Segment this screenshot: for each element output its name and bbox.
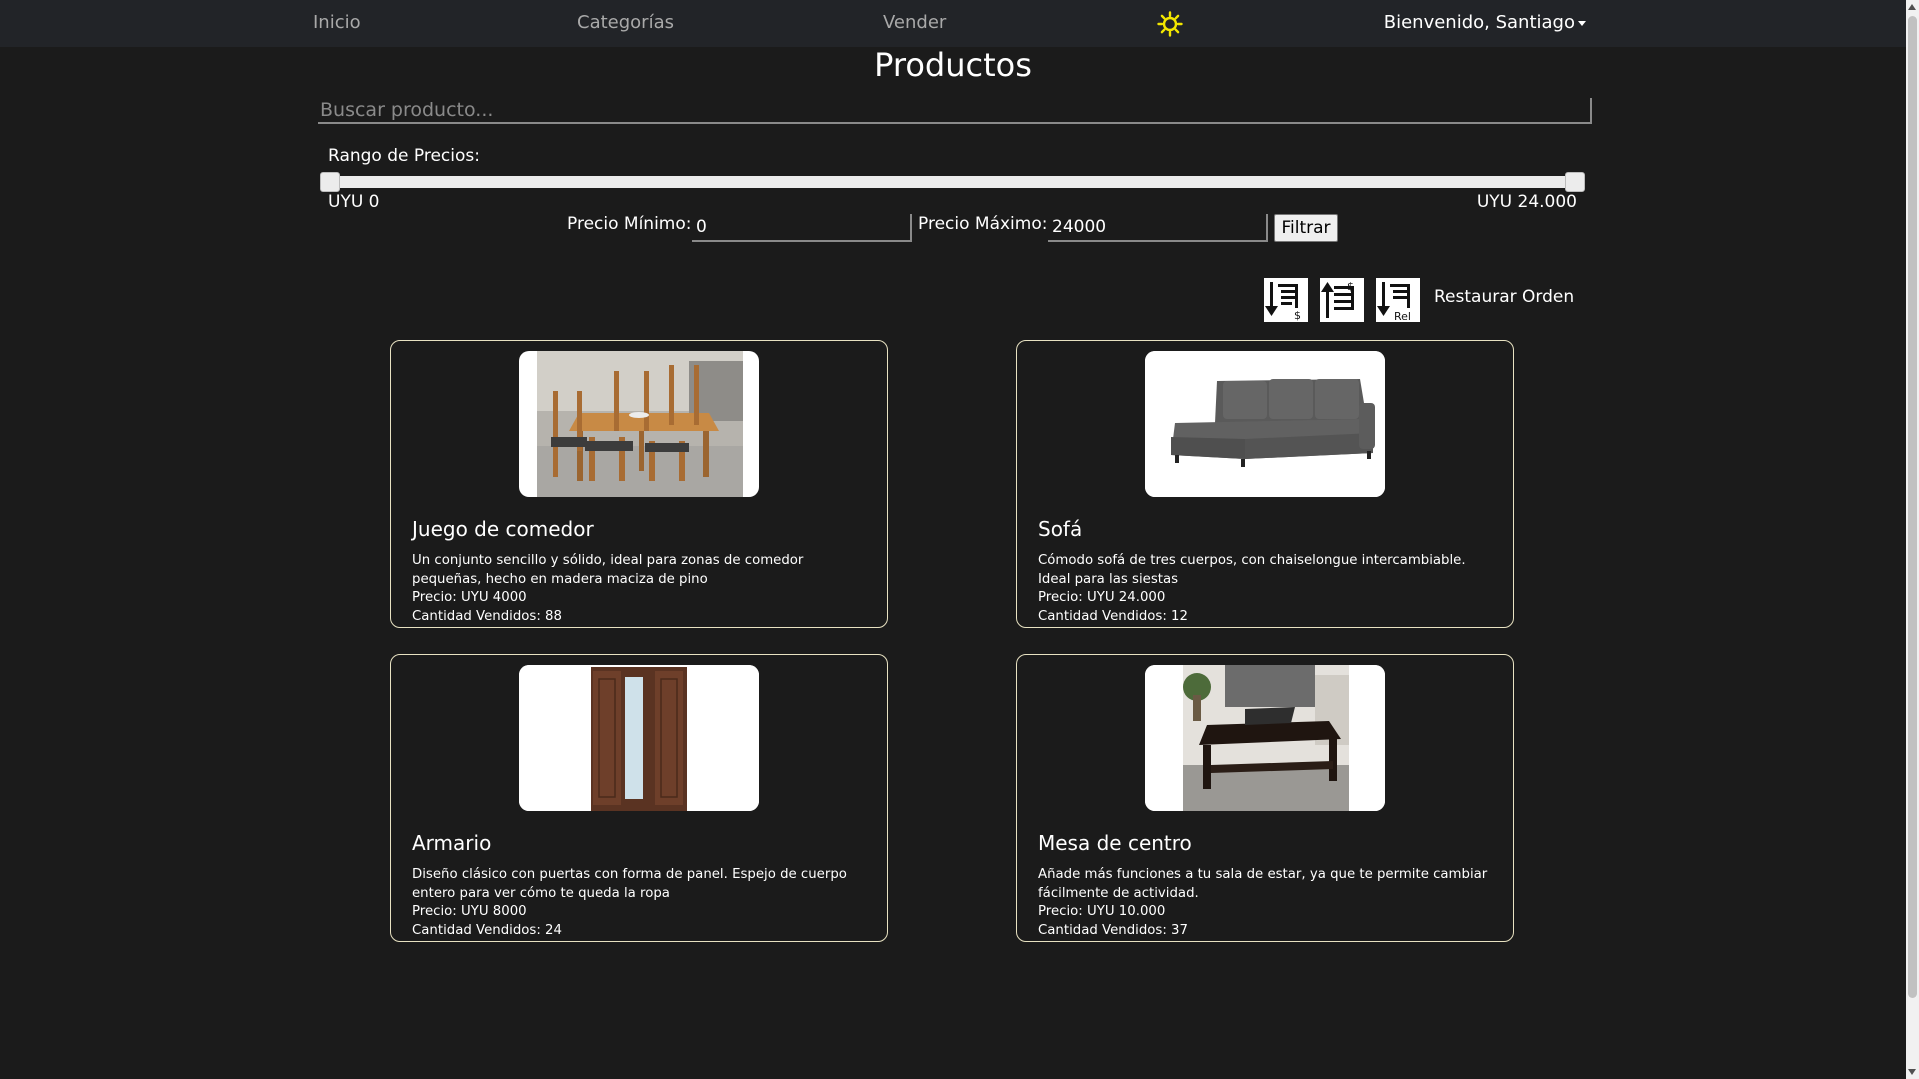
max-price-label: Precio Máximo: bbox=[918, 214, 1048, 234]
sort-currency-symbol: $ bbox=[1294, 309, 1301, 322]
navbar: Inicio Categorías Vender Bienvenido, San… bbox=[0, 0, 1906, 47]
wardrobe-image bbox=[519, 665, 759, 811]
product-sold-count: Cantidad Vendidos: 37 bbox=[1038, 923, 1188, 938]
price-range-track[interactable] bbox=[320, 176, 1585, 188]
sort-relevance-icon[interactable]: Rel bbox=[1376, 278, 1420, 322]
page-title: Productos bbox=[874, 46, 1032, 84]
sun-icon[interactable] bbox=[1157, 11, 1183, 37]
sort-currency-symbol: $ bbox=[1347, 280, 1354, 293]
sofa-image bbox=[1145, 351, 1385, 497]
price-range-min-label: UYU 0 bbox=[328, 192, 380, 212]
caret-down-icon bbox=[1578, 20, 1586, 26]
product-name: Mesa de centro bbox=[1038, 831, 1192, 855]
dining-set-image bbox=[519, 351, 759, 497]
nav-link-vender[interactable]: Vender bbox=[883, 12, 946, 33]
filter-button[interactable]: Filtrar bbox=[1274, 214, 1338, 242]
sort-relevance-badge: Rel bbox=[1394, 310, 1411, 322]
product-description: Cómodo sofá de tres cuerpos, con chaisel… bbox=[1038, 553, 1466, 587]
product-sold-count: Cantidad Vendidos: 12 bbox=[1038, 609, 1188, 624]
product-name: Armario bbox=[412, 831, 492, 855]
min-price-field[interactable] bbox=[692, 214, 912, 242]
scroll-down-arrow-icon[interactable] bbox=[1908, 1069, 1916, 1075]
product-card[interactable]: Mesa de centro Añade más funciones a tu … bbox=[1016, 654, 1514, 942]
sort-price-asc-icon[interactable]: $ bbox=[1320, 278, 1364, 322]
product-description: Añade más funciones a tu sala de estar, … bbox=[1038, 867, 1488, 901]
coffee-table-image bbox=[1145, 665, 1385, 811]
product-sold-count: Cantidad Vendidos: 88 bbox=[412, 609, 562, 624]
reset-order-button[interactable]: Restaurar Orden bbox=[1434, 287, 1574, 307]
product-description: Diseño clásico con puertas con forma de … bbox=[412, 867, 847, 901]
price-range-max-label: UYU 24.000 bbox=[1476, 192, 1577, 212]
search-input[interactable] bbox=[318, 98, 1592, 124]
price-range-label: Rango de Precios: bbox=[328, 146, 480, 166]
product-price: Precio: UYU 8000 bbox=[412, 904, 527, 919]
product-sold-count: Cantidad Vendidos: 24 bbox=[412, 923, 562, 938]
product-card[interactable]: Juego de comedor Un conjunto sencillo y … bbox=[390, 340, 888, 628]
sort-price-desc-icon[interactable]: $ bbox=[1264, 278, 1308, 322]
vertical-scrollbar[interactable] bbox=[1906, 0, 1919, 1079]
max-price-field[interactable] bbox=[1048, 214, 1268, 242]
nav-link-inicio[interactable]: Inicio bbox=[313, 12, 361, 33]
nav-link-categorias[interactable]: Categorías bbox=[577, 12, 674, 33]
user-dropdown[interactable]: Bienvenido, Santiago bbox=[1384, 12, 1586, 33]
product-price: Precio: UYU 24.000 bbox=[1038, 590, 1166, 605]
user-greeting: Bienvenido, Santiago bbox=[1383, 12, 1575, 33]
product-card[interactable]: Armario Diseño clásico con puertas con f… bbox=[390, 654, 888, 942]
min-price-label: Precio Mínimo: bbox=[567, 214, 692, 234]
price-range-max-handle[interactable] bbox=[1565, 172, 1585, 192]
page: Inicio Categorías Vender Bienvenido, San… bbox=[0, 0, 1919, 1079]
product-card[interactable]: Sofá Cómodo sofá de tres cuerpos, con ch… bbox=[1016, 340, 1514, 628]
product-price: Precio: UYU 10.000 bbox=[1038, 904, 1166, 919]
product-name: Sofá bbox=[1038, 517, 1083, 541]
product-description: Un conjunto sencillo y sólido, ideal par… bbox=[412, 553, 804, 587]
product-price: Precio: UYU 4000 bbox=[412, 590, 527, 605]
product-name: Juego de comedor bbox=[412, 517, 594, 541]
scrollbar-thumb[interactable] bbox=[1908, 16, 1917, 998]
price-range-min-handle[interactable] bbox=[320, 172, 340, 192]
scroll-up-arrow-icon[interactable] bbox=[1908, 4, 1916, 10]
